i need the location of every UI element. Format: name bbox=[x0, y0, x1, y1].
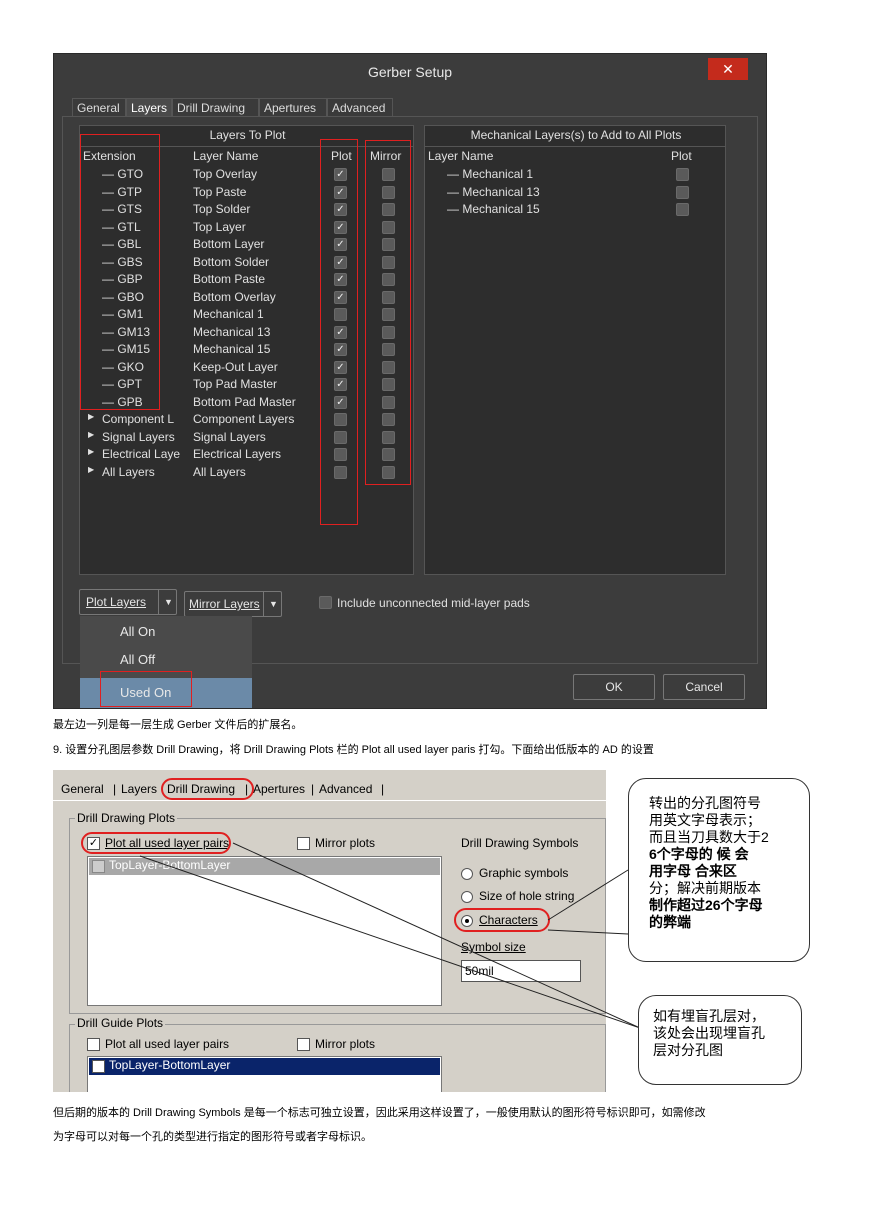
callout-line: 该处会出现埋盲孔 bbox=[653, 1025, 765, 1041]
callout-line: 制作超过26个字母 bbox=[649, 897, 763, 913]
callout-line: 分；解决前期版本 bbox=[649, 880, 761, 896]
callout-line: 而且当刀具数大于2 bbox=[649, 829, 769, 845]
callout-buried-vias: 如有埋盲孔层对， 该处会出现埋盲孔 层对分孔图 bbox=[638, 995, 802, 1085]
paragraph-later-versions: 但后期的版本的 Drill Drawing Symbols 是每一个标志可独立设… bbox=[53, 1107, 706, 1119]
callout-line: 转出的分孔图符号 bbox=[649, 795, 761, 811]
callout-line: 6个字母的 候 会 bbox=[649, 846, 749, 862]
connector-line bbox=[547, 929, 629, 935]
paragraph-later-versions-cont: 为字母可以对每一个孔的类型进行指定的图形符号或者字母标识。 bbox=[53, 1131, 372, 1143]
callout-line: 用字母 合来区 bbox=[649, 863, 737, 879]
callout-characters: 转出的分孔图符号 用英文字母表示； 而且当刀具数大于2 6个字母的 候 会 用字… bbox=[628, 778, 810, 962]
callout-line: 的弊端 bbox=[649, 914, 691, 930]
connector-line bbox=[547, 869, 629, 921]
connector-line bbox=[139, 855, 641, 1029]
callout-line: 如有埋盲孔层对， bbox=[653, 1008, 765, 1024]
connector-line bbox=[232, 842, 641, 1029]
callout-line: 用英文字母表示； bbox=[649, 812, 761, 828]
callout-line: 层对分孔图 bbox=[653, 1042, 723, 1058]
